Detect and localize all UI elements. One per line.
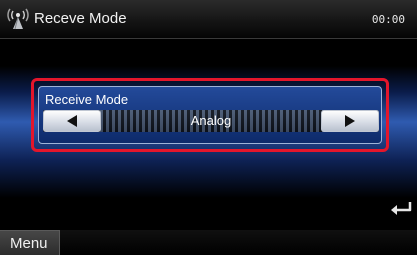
clock-display: 00:00 <box>371 13 405 26</box>
antenna-icon <box>7 8 29 30</box>
menu-label: Menu <box>10 235 48 252</box>
previous-mode-button[interactable] <box>43 110 101 132</box>
arrow-right-icon <box>345 115 355 127</box>
bottom-bar <box>60 230 417 255</box>
next-mode-button[interactable] <box>321 110 379 132</box>
receive-mode-label: Receive Mode <box>45 92 129 107</box>
title-bar: Receve Mode 00:00 <box>0 0 417 39</box>
return-arrow-icon[interactable] <box>388 199 414 217</box>
page-title: Receve Mode <box>34 10 127 27</box>
arrow-left-icon <box>67 115 77 127</box>
menu-button[interactable]: Menu <box>0 230 60 255</box>
head-unit-screen: Receve Mode 00:00 Receive Mode Analog Me… <box>0 0 417 255</box>
receive-mode-value: Analog <box>190 113 232 128</box>
